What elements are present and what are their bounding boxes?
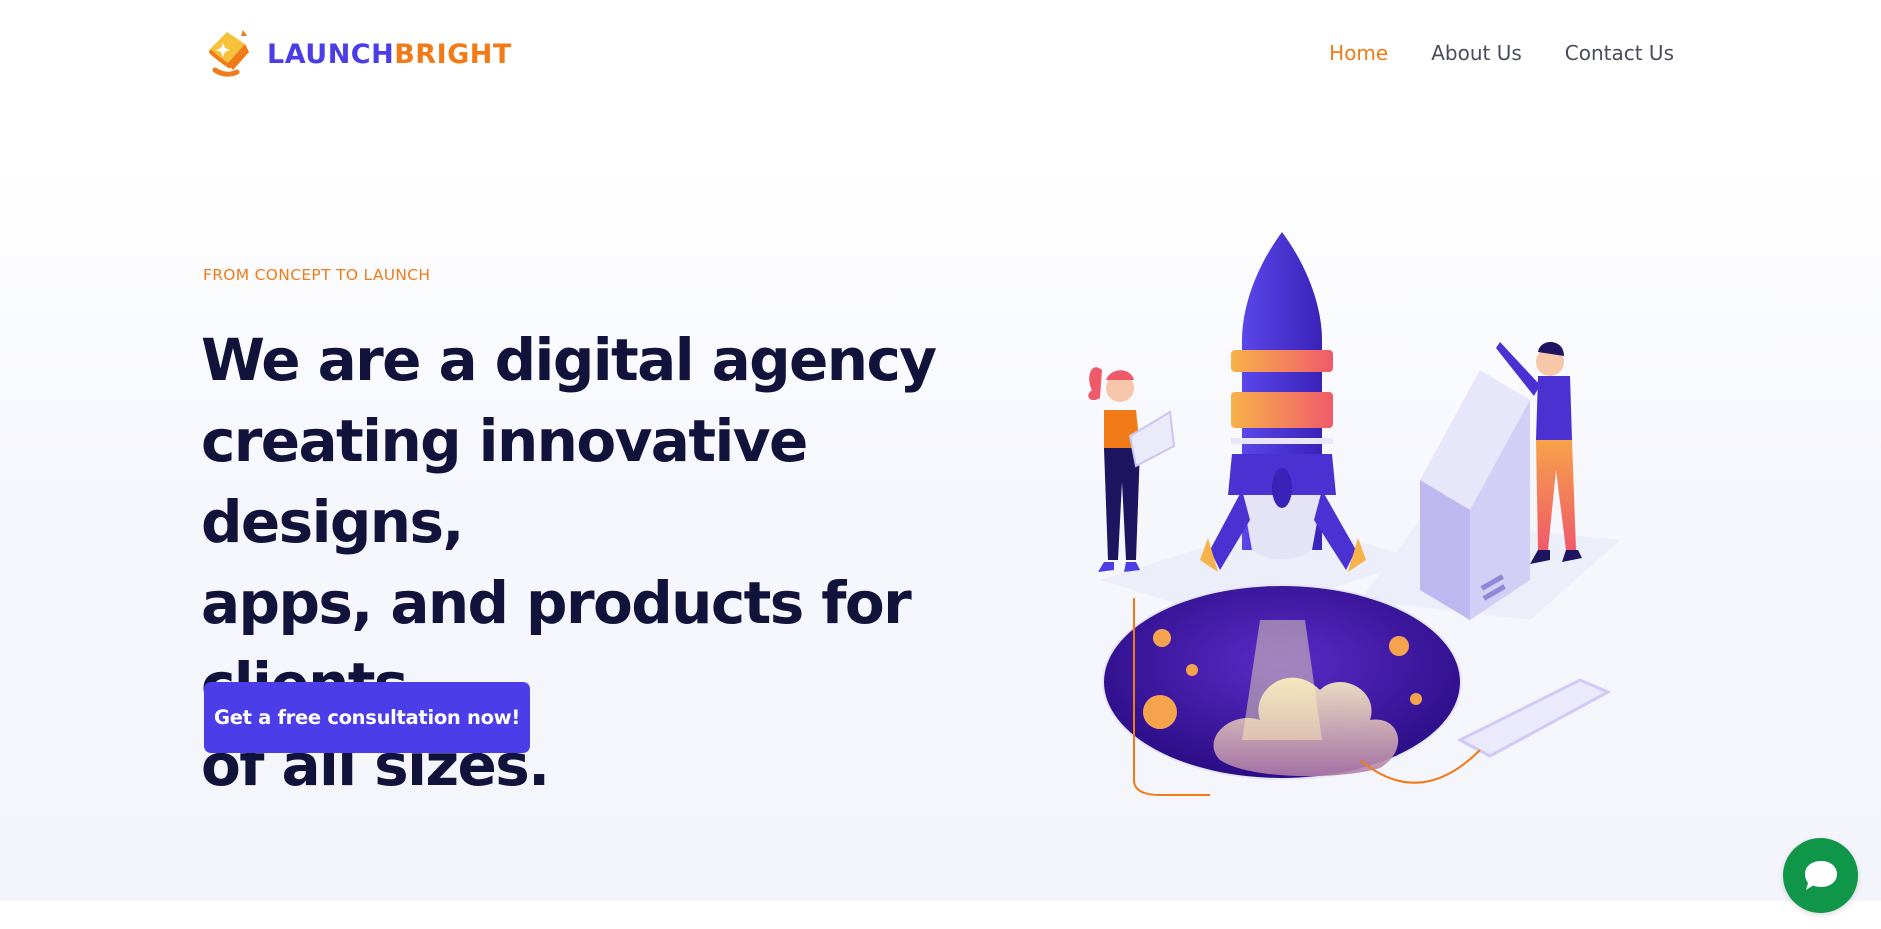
nav-home-link[interactable]: Home [1329,38,1388,68]
chat-bubble-icon [1804,860,1837,890]
page-footer-strip [0,901,1881,929]
rocket-launch-illustration [1088,232,1620,796]
site-header: LAUNCHBRIGHT Home About Us Contact Us [0,0,1881,108]
free-consultation-button[interactable]: Get a free consultation now! [204,682,530,753]
hero-eyebrow: FROM CONCEPT TO LAUNCH [203,266,431,284]
rocket-logo-icon [209,30,249,77]
headline-line: We are a digital agency [201,326,937,394]
main-nav: Home About Us Contact Us [1286,38,1674,68]
headline-line: creating innovative designs, [201,407,808,556]
logo-link[interactable]: LAUNCHBRIGHT [203,26,512,82]
brand-name: LAUNCHBRIGHT [267,39,512,70]
nav-contact-link[interactable]: Contact Us [1565,38,1674,68]
brand-name-part2: BRIGHT [394,38,512,70]
chat-button[interactable] [1783,838,1858,913]
brand-name-part1: LAUNCH [267,38,395,70]
nav-about-link[interactable]: About Us [1431,38,1522,68]
